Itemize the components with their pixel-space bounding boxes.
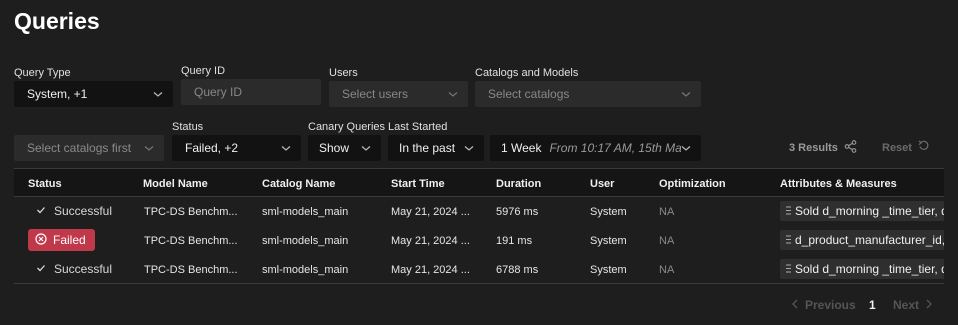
column-header-start-time[interactable]: Start Time [391, 178, 445, 190]
status-badge-failed: Failed [28, 229, 95, 251]
current-page[interactable]: 1 [869, 298, 876, 312]
table-header: Status Model Name Catalog Name Start Tim… [14, 168, 944, 197]
user-cell: System [590, 206, 627, 218]
attributes-pill[interactable]: Sold d_morning _time_tier, d_h [780, 259, 944, 279]
duration-cell: 6788 ms [496, 264, 539, 276]
attributes-pill[interactable]: d_product_manufacturer_id, h [780, 230, 944, 250]
users-label: Users [329, 67, 358, 79]
models-select[interactable]: Select catalogs first [14, 135, 164, 161]
table-row[interactable]: Failed TPC-DS Benchm... sml-models_main … [14, 226, 944, 255]
status-text: Failed [53, 233, 86, 247]
reset-label: Reset [882, 141, 912, 154]
table-bottom-divider [14, 283, 944, 284]
canary-queries-label: Canary Queries [308, 121, 386, 133]
reset-button[interactable]: Reset [882, 140, 930, 155]
user-cell: System [590, 235, 627, 247]
duration-cell: 5976 ms [496, 206, 539, 218]
query-id-placeholder: Query ID [194, 85, 243, 99]
drag-handle-icon [786, 233, 791, 247]
status-value: Failed, +2 [185, 141, 239, 155]
period-value: 1 Week [501, 141, 542, 155]
column-header-optimization[interactable]: Optimization [659, 178, 726, 190]
model-name-cell: TPC-DS Benchm... [144, 235, 238, 247]
previous-label: Previous [805, 298, 856, 312]
optimization-cell: NA [659, 206, 675, 218]
drag-handle-icon [786, 204, 791, 218]
query-type-value: System, +1 [27, 87, 88, 101]
queries-table: Status Model Name Catalog Name Start Tim… [14, 168, 944, 284]
chevron-left-icon [791, 298, 799, 312]
status-label: Status [172, 121, 204, 133]
attributes-text: Sold d_morning _time_tier, d_h [795, 204, 944, 218]
period-select[interactable]: 1 Week From 10:17 AM, 15th May [490, 135, 701, 161]
last-started-select[interactable]: In the past [388, 135, 484, 161]
period-range: From 10:17 AM, 15th May [549, 141, 681, 155]
status-cell: Successful [36, 204, 112, 218]
chevron-down-icon [281, 143, 291, 153]
table-row[interactable]: Successful TPC-DS Benchm... sml-models_m… [14, 197, 944, 226]
query-id-input[interactable]: Query ID [181, 79, 321, 105]
users-placeholder: Select users [342, 87, 409, 101]
previous-page-button[interactable]: Previous [791, 298, 856, 312]
share-icon [844, 140, 857, 156]
drag-handle-icon [786, 262, 791, 276]
model-name-cell: TPC-DS Benchm... [144, 206, 238, 218]
column-header-catalog-name[interactable]: Catalog Name [262, 178, 335, 190]
start-time-cell: May 21, 2024 ... [391, 206, 470, 218]
optimization-cell: NA [659, 264, 675, 276]
results-label: 3 Results [789, 142, 838, 154]
models-placeholder: Select catalogs first [27, 141, 132, 155]
status-select[interactable]: Failed, +2 [172, 135, 301, 161]
check-icon [36, 262, 46, 276]
users-select[interactable]: Select users [329, 81, 468, 107]
status-text: Successful [54, 204, 113, 218]
canary-queries-select[interactable]: Show [308, 135, 381, 161]
catalog-name-cell: sml-models_main [262, 206, 349, 218]
column-header-model-name[interactable]: Model Name [143, 178, 208, 190]
query-type-label: Query Type [14, 67, 71, 79]
check-icon [36, 204, 46, 218]
catalogs-placeholder: Select catalogs [488, 87, 570, 101]
catalogs-select[interactable]: Select catalogs [475, 81, 701, 107]
query-id-label: Query ID [181, 65, 226, 77]
reset-icon [918, 140, 930, 155]
table-row[interactable]: Successful TPC-DS Benchm... sml-models_m… [14, 255, 944, 284]
user-cell: System [590, 264, 627, 276]
next-label: Next [893, 298, 920, 312]
chevron-down-icon [153, 89, 163, 99]
chevron-down-icon [681, 143, 691, 153]
error-circle-icon [35, 232, 47, 248]
attributes-text: Sold d_morning _time_tier, d_h [795, 262, 944, 276]
results-count[interactable]: 3 Results [789, 140, 857, 156]
status-cell: Successful [36, 262, 112, 276]
chevron-down-icon [361, 143, 371, 153]
model-name-cell: TPC-DS Benchm... [144, 264, 238, 276]
last-started-label: Last Started [388, 121, 448, 133]
start-time-cell: May 21, 2024 ... [391, 264, 470, 276]
attributes-text: d_product_manufacturer_id, h [795, 233, 944, 247]
column-header-status[interactable]: Status [28, 178, 62, 190]
last-started-value: In the past [399, 141, 456, 155]
optimization-cell: NA [659, 235, 675, 247]
chevron-down-icon [448, 89, 458, 99]
page-title: Queries [14, 8, 100, 34]
start-time-cell: May 21, 2024 ... [391, 235, 470, 247]
column-header-duration[interactable]: Duration [496, 178, 541, 190]
catalog-name-cell: sml-models_main [262, 264, 349, 276]
catalogs-models-label: Catalogs and Models [475, 67, 579, 79]
next-page-button[interactable]: Next [893, 298, 933, 312]
canary-value: Show [319, 141, 350, 155]
chevron-down-icon [144, 143, 154, 153]
catalog-name-cell: sml-models_main [262, 235, 349, 247]
query-type-select[interactable]: System, +1 [14, 81, 173, 107]
status-text: Successful [54, 262, 113, 276]
duration-cell: 191 ms [496, 235, 533, 247]
chevron-down-icon [464, 143, 474, 153]
column-header-user[interactable]: User [590, 178, 614, 190]
attributes-pill[interactable]: Sold d_morning _time_tier, d_h [780, 201, 944, 221]
column-header-attributes-measures[interactable]: Attributes & Measures [780, 178, 897, 190]
chevron-right-icon [925, 298, 933, 312]
chevron-down-icon [681, 89, 691, 99]
